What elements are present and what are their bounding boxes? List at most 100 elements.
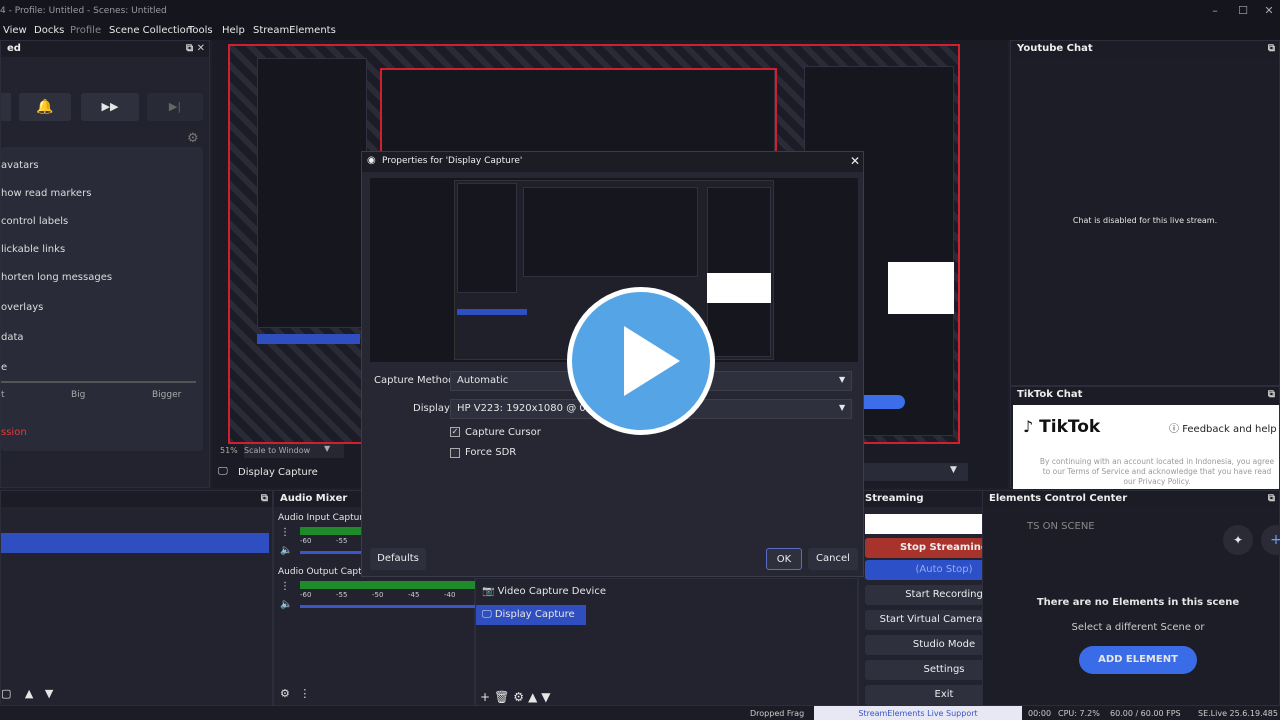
panel-float-icon[interactable]: ⧉	[261, 493, 268, 504]
controls-title: Streaming	[865, 493, 924, 504]
setting-overlays[interactable]: overlays	[1, 302, 43, 313]
bell-icon[interactable]: 🔔	[19, 93, 71, 121]
cancel-button[interactable]: Cancel	[808, 548, 858, 570]
chevron-down-icon[interactable]: ▼	[950, 465, 957, 475]
input-tick-55: -55	[336, 537, 348, 545]
chevron-down-icon: ▼	[839, 375, 846, 384]
menu-help[interactable]: Help	[222, 25, 245, 36]
trash-icon[interactable]: 🗑	[494, 690, 513, 704]
fps-readout: 60.00 / 60.00 FPS	[1110, 709, 1181, 718]
output-volume-slider[interactable]	[300, 605, 476, 608]
speaker-icon[interactable]: 🔈	[280, 599, 292, 610]
panel-float-icon[interactable]: ⧉	[1268, 389, 1275, 400]
feedback-link[interactable]: ⓘ Feedback and help	[1169, 420, 1277, 435]
elements-control-center: Elements Control Center ⧉ TS ON SCENE ✦ +…	[982, 490, 1280, 706]
panel-float-icon[interactable]: ⧉	[1268, 43, 1275, 54]
capture-cursor-checkbox[interactable]: ✓	[450, 427, 460, 437]
elements-heading: TS ON SCENE	[1027, 521, 1095, 532]
gear-icon[interactable]: ⚙	[280, 687, 290, 700]
source-display-capture-row: 🖵 Display Capture	[482, 609, 575, 620]
monitor-icon: 🖵	[218, 466, 228, 477]
audio-output-label: Audio Output Captu	[278, 567, 368, 577]
start-virtual-camera-button[interactable]: Start Virtual Camera	[865, 610, 997, 630]
setting-clickable-links[interactable]: lickable links	[1, 244, 65, 255]
sources-panel: 📷 Video Capture Device 🖵 Display Capture…	[475, 578, 858, 706]
panel-header: ed ⧉ ✕	[1, 41, 209, 57]
setting-data[interactable]: data	[1, 332, 24, 343]
panel-controls-icon[interactable]: ⧉ ✕	[186, 43, 205, 54]
minimize-button[interactable]: –	[1208, 4, 1222, 18]
force-sdr-checkbox[interactable]	[450, 448, 460, 458]
window-title: 4 - Profile: Untitled - Scenes: Untitled	[0, 6, 167, 16]
kebab-menu-icon[interactable]: ⋮	[280, 581, 290, 592]
ok-button[interactable]: OK	[766, 548, 802, 570]
setting-size: e	[1, 362, 8, 373]
chat-disabled-message: Chat is disabled for this live stream.	[1072, 216, 1218, 225]
skip-icon[interactable]: ▶|	[147, 93, 203, 121]
add-icon[interactable]: +	[1261, 525, 1280, 555]
add-icon[interactable]: +	[480, 690, 494, 704]
size-normal: t	[1, 390, 5, 400]
speaker-icon[interactable]: 🔈	[280, 545, 292, 556]
audio-input-label: Audio Input Captur	[278, 513, 364, 523]
move-up-icon[interactable]: ▲	[528, 690, 541, 704]
output-tick-55: -55	[336, 591, 348, 599]
elements-title: Elements Control Center	[989, 493, 1128, 504]
fast-forward-icon[interactable]: ▶▶	[81, 93, 139, 121]
scene-toolbar: ▢ ▲ ▼	[1, 687, 53, 700]
setting-read-markers[interactable]: how read markers	[1, 188, 91, 199]
selected-scene-row[interactable]	[1, 533, 269, 553]
close-button[interactable]: ✕	[1262, 4, 1276, 18]
end-session-link[interactable]: ssion	[1, 427, 27, 438]
toolbar-button-left[interactable]	[1, 93, 11, 121]
menu-view[interactable]: View	[3, 25, 27, 36]
tiktok-embed: ♪ TikTok ⓘ Feedback and help By continui…	[1013, 405, 1279, 489]
camera-icon: 📷	[482, 586, 495, 597]
force-sdr-label: Force SDR	[465, 447, 517, 458]
size-slider[interactable]	[1, 381, 196, 383]
tiktok-chat-panel: TikTok Chat ⧉ ♪ TikTok ⓘ Feedback and hel…	[1010, 386, 1280, 489]
close-icon[interactable]: ✕	[850, 154, 860, 168]
se-live-support-button[interactable]: StreamElements Live Support	[814, 706, 1022, 720]
menu-scene-collection[interactable]: Scene Collection	[109, 25, 192, 36]
setting-shorten-messages[interactable]: horten long messages	[1, 272, 112, 283]
feedback-text: Feedback and help	[1182, 424, 1277, 435]
preview-thumb-panel	[457, 183, 517, 293]
move-down-icon[interactable]: ▼	[45, 687, 53, 700]
size-bigger: Bigger	[152, 390, 182, 400]
settings-list: avatars how read markers control labels …	[1, 147, 203, 451]
source-video-capture[interactable]: 📷 Video Capture Device	[482, 586, 606, 597]
input-level-meter	[300, 527, 370, 535]
gear-icon[interactable]: ⚙	[187, 131, 199, 146]
move-up-icon[interactable]: ▲	[25, 687, 33, 700]
source-display-capture-label: Display Capture	[494, 609, 575, 620]
setting-avatars[interactable]: avatars	[1, 160, 39, 171]
scenes-panel: ⧉ ▢ ▲ ▼	[0, 490, 273, 706]
menu-docks[interactable]: Docks	[34, 25, 64, 36]
play-button[interactable]	[567, 287, 715, 435]
chevron-down-icon[interactable]: ▼	[324, 444, 330, 453]
youtube-chat-title: Youtube Chat	[1017, 43, 1093, 54]
help-icon: ⓘ	[1169, 424, 1179, 435]
gear-icon[interactable]: ⚙	[513, 690, 528, 704]
youtube-chat-panel: Youtube Chat ⧉ Chat is disabled for this …	[1010, 40, 1280, 386]
sparkle-icon[interactable]: ✦	[1223, 525, 1253, 555]
menu-tools[interactable]: Tools	[188, 25, 213, 36]
filter-icon[interactable]: ▢	[1, 687, 11, 700]
move-down-icon[interactable]: ▼	[541, 690, 554, 704]
size-big: Big	[71, 390, 86, 400]
setting-control-labels[interactable]: control labels	[1, 216, 68, 227]
tiktok-note-icon: ♪	[1023, 417, 1034, 436]
menu-streamelements[interactable]: StreamElements	[253, 25, 336, 36]
panel-float-icon[interactable]: ⧉	[1268, 493, 1275, 504]
kebab-menu-icon[interactable]: ⋮	[280, 527, 290, 538]
add-element-button[interactable]: ADD ELEMENT	[1079, 646, 1197, 674]
input-tick-60: -60	[300, 537, 312, 545]
scale-mode-value: Scale to Window	[244, 446, 311, 455]
kebab-menu-icon[interactable]: ⋮	[299, 687, 310, 700]
youtube-chat-header: Youtube Chat ⧉	[1011, 41, 1279, 59]
dialog-title-bar: ◉ Properties for 'Display Capture' ✕	[362, 152, 863, 172]
defaults-button[interactable]: Defaults	[370, 548, 426, 570]
maximize-button[interactable]: ☐	[1236, 4, 1250, 18]
menu-profile[interactable]: Profile	[70, 25, 101, 36]
